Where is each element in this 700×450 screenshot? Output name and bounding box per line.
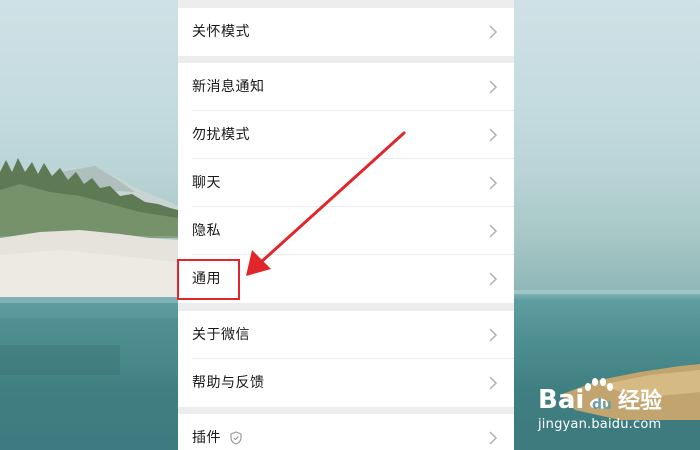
- watermark-logo: Bai du 经验: [538, 378, 662, 415]
- svg-text:du: du: [592, 397, 612, 413]
- watermark-site: jingyan.baidu.com: [538, 417, 662, 432]
- watermark: Bai du 经验 jingyan.baidu.com: [538, 375, 688, 441]
- svg-text:经验: 经验: [618, 388, 662, 414]
- svg-text:Bai: Bai: [538, 385, 584, 415]
